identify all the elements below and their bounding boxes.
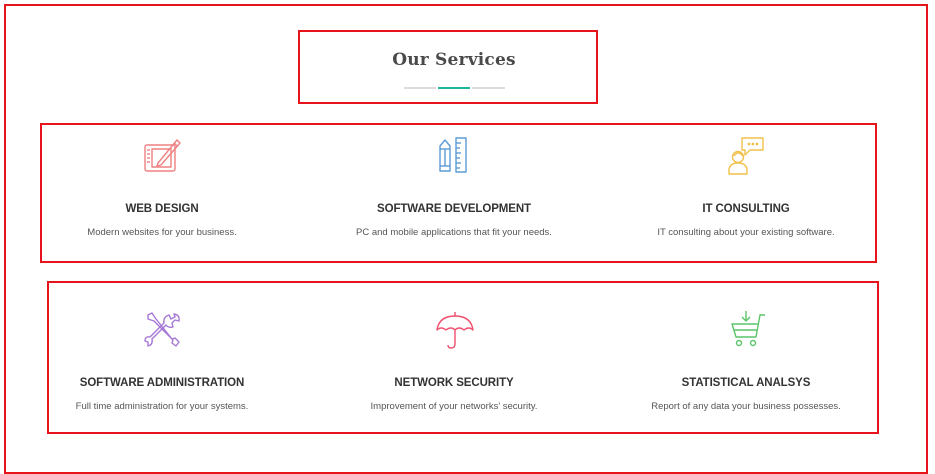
service-description: Modern websites for your business.	[87, 227, 237, 238]
tablet-drawing-icon	[144, 137, 182, 177]
service-title: SOFTWARE DEVELOPMENT	[377, 203, 531, 215]
consultant-chat-icon	[728, 137, 766, 177]
service-description: Full time administration for your system…	[75, 401, 249, 412]
cart-download-icon	[728, 311, 766, 351]
umbrella-icon	[436, 311, 474, 351]
wrench-screwdriver-icon	[144, 311, 182, 351]
service-title: IT CONSULTING	[702, 203, 790, 215]
title-divider-left	[404, 87, 436, 89]
service-title: WEB DESIGN	[125, 203, 199, 215]
service-title: STATISTICAL ANALSYS	[681, 377, 811, 389]
service-title: NETWORK SECURITY	[394, 377, 514, 389]
section-title: Our Services	[392, 50, 516, 70]
title-divider-accent	[438, 87, 470, 89]
service-description: Improvement of your networks' security.	[370, 401, 538, 412]
service-description: Report of any data your business possess…	[651, 401, 841, 412]
service-title: SOFTWARE ADMINISTRATION	[79, 377, 245, 389]
title-divider-right	[472, 87, 505, 89]
service-description: IT consulting about your existing softwa…	[657, 227, 835, 238]
pencil-ruler-icon	[436, 137, 474, 177]
service-description: PC and mobile applications that fit your…	[356, 227, 552, 238]
